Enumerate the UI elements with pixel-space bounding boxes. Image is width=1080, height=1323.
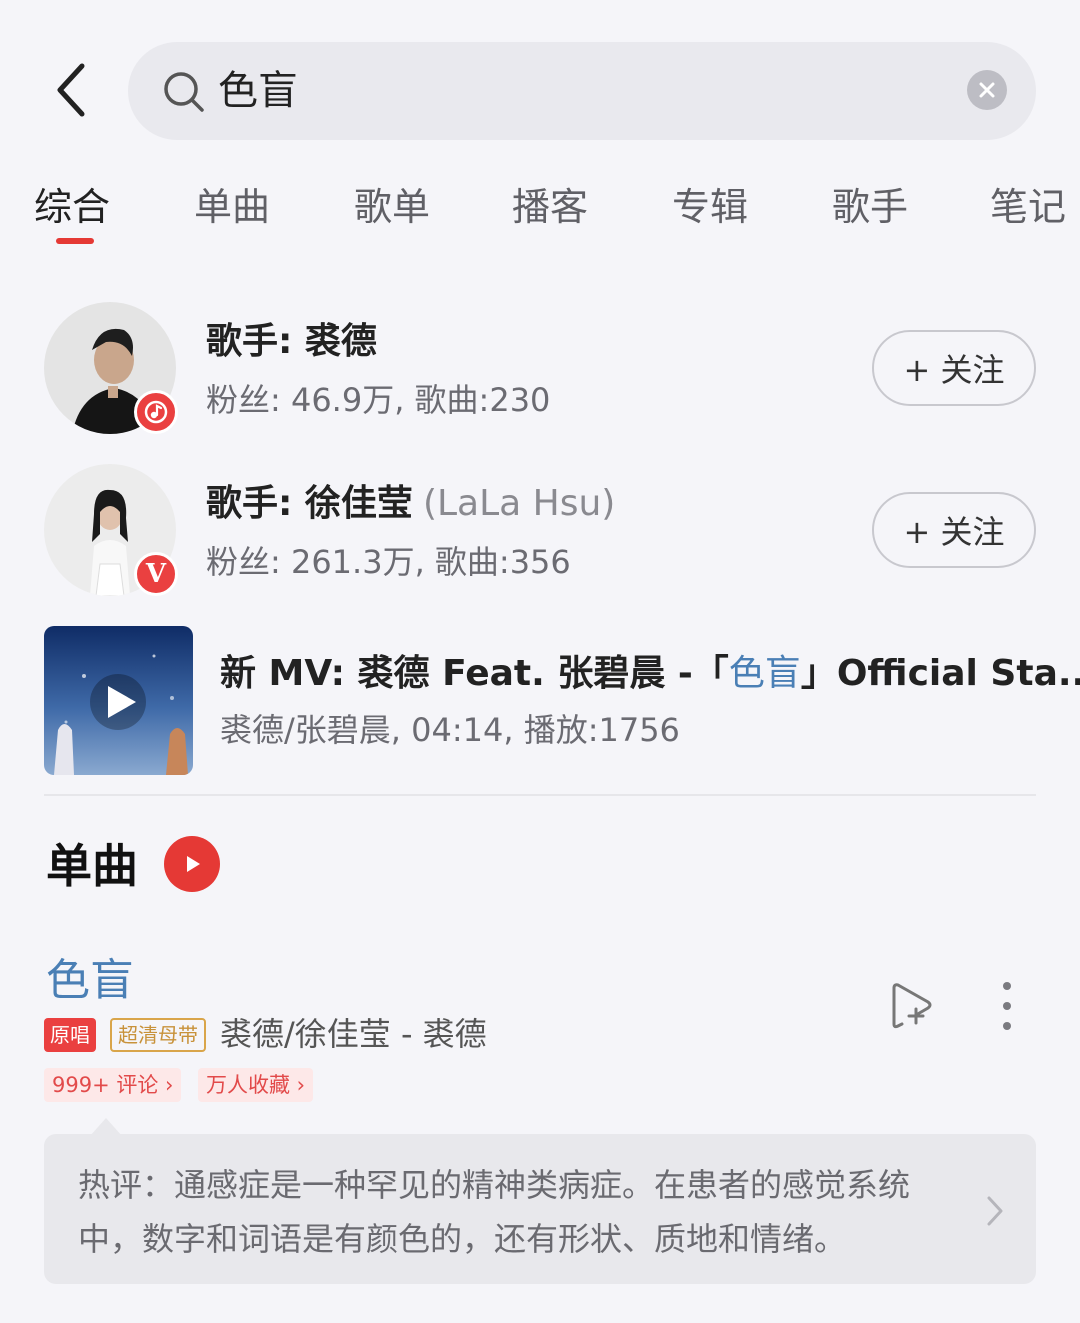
hot-comment-text: 热评：通感症是一种罕见的精神类病症。在患者的感觉系统中，数字和词语是有颜色的，还… xyxy=(78,1166,911,1258)
music-note-icon xyxy=(134,390,178,434)
mv-thumbnail[interactable] xyxy=(44,626,193,775)
back-button[interactable] xyxy=(40,58,104,122)
verified-v-icon: V xyxy=(134,552,178,596)
song-artist: 裘德/徐佳莹 - 裘德 xyxy=(220,1015,487,1053)
add-to-playlist-button[interactable] xyxy=(886,980,936,1032)
chevron-right-icon xyxy=(987,1196,1003,1226)
artist-meta: 粉丝: 261.3万, 歌曲:356 xyxy=(206,543,571,581)
original-tag: 原唱 xyxy=(44,1018,96,1052)
artist-english-name: (LaLa Hsu) xyxy=(422,483,616,524)
mv-title-highlight: 色盲 xyxy=(728,653,801,694)
play-icon xyxy=(187,856,200,872)
play-all-button[interactable] xyxy=(164,836,220,892)
favorites-chip[interactable]: 万人收藏 › xyxy=(198,1068,314,1102)
tab-artists[interactable]: 歌手 xyxy=(832,180,908,234)
chevron-left-icon xyxy=(57,63,85,117)
add-to-playlist-icon xyxy=(892,983,932,1029)
artist-name[interactable]: 歌手: 徐佳莹 (LaLa Hsu) xyxy=(206,480,615,528)
quality-tag: 超清母带 xyxy=(110,1018,206,1052)
artist-meta: 粉丝: 46.9万, 歌曲:230 xyxy=(206,381,551,419)
tab-all[interactable]: 综合 xyxy=(34,180,110,234)
divider xyxy=(44,794,1036,796)
close-icon xyxy=(979,82,995,98)
follow-button[interactable]: + 关注 xyxy=(872,492,1036,568)
section-title: 单曲 xyxy=(46,839,138,893)
more-options-button[interactable] xyxy=(994,982,1020,1030)
active-tab-indicator xyxy=(56,238,94,244)
tab-albums[interactable]: 专辑 xyxy=(672,180,748,234)
mv-title[interactable]: 新 MV: 裘德 Feat. 张碧晨 -「色盲」Official Sta... xyxy=(220,650,1080,698)
artist-name[interactable]: 歌手: 裘德 xyxy=(206,318,377,366)
search-icon xyxy=(164,72,204,112)
clear-search-button[interactable] xyxy=(967,70,1007,110)
follow-button[interactable]: + 关注 xyxy=(872,330,1036,406)
song-title[interactable]: 色盲 xyxy=(46,952,134,1010)
mv-meta: 裘德/张碧晨, 04:14, 播放:1756 xyxy=(220,711,680,749)
search-input[interactable]: 色盲 xyxy=(218,64,298,118)
tab-podcasts[interactable]: 播客 xyxy=(512,180,588,234)
tab-songs[interactable]: 单曲 xyxy=(194,180,270,234)
tab-notes[interactable]: 笔记 xyxy=(990,180,1066,234)
tab-playlists[interactable]: 歌单 xyxy=(354,180,430,234)
comments-chip[interactable]: 999+ 评论 › xyxy=(44,1068,182,1102)
